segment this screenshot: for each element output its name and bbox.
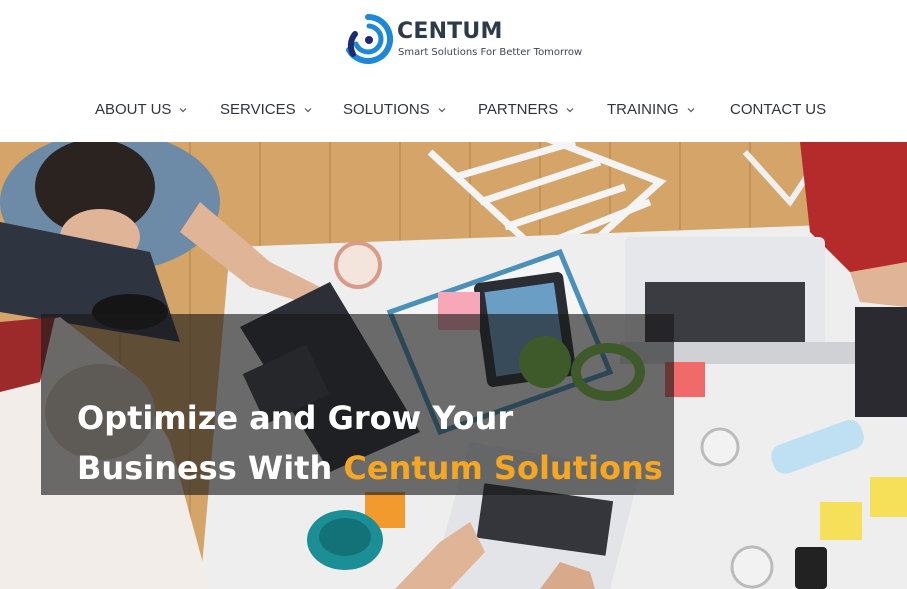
hero-heading-line-1: Optimize and Grow Your [77, 399, 514, 437]
nav-item-label: TRAINING [607, 101, 679, 118]
chevron-down-icon [178, 105, 188, 115]
nav-item-label: SOLUTIONS [343, 101, 430, 118]
chevron-down-icon [686, 105, 696, 115]
nav-item-label: CONTACT US [730, 101, 827, 118]
nav-item-about-us[interactable]: ABOUT US [95, 101, 188, 118]
logo[interactable]: CENTUM Smart Solutions For Better Tomorr… [343, 14, 583, 66]
brand-name: CENTUM [397, 19, 503, 44]
hero-heading-line-2: Business With Centum Solutions [77, 443, 677, 493]
site-header: CENTUM Smart Solutions For Better Tomorr… [0, 0, 907, 142]
nav-item-contact-us[interactable]: CONTACT US [730, 101, 826, 118]
chevron-down-icon [303, 105, 313, 115]
nav-item-training[interactable]: TRAINING [607, 101, 696, 118]
nav-item-label: ABOUT US [95, 101, 172, 118]
nav-item-label: SERVICES [220, 101, 296, 118]
hero-heading-prefix: Business With [77, 449, 344, 487]
centum-logo-icon [346, 14, 393, 64]
nav-item-partners[interactable]: PARTNERS [478, 101, 575, 118]
hero-heading-accent: Centum Solutions [343, 449, 663, 487]
chevron-down-icon [437, 105, 447, 115]
nav-item-solutions[interactable]: SOLUTIONS [343, 101, 447, 118]
chevron-down-icon [565, 105, 575, 115]
nav-item-services[interactable]: SERVICES [220, 101, 313, 118]
hero-heading: Optimize and Grow Your Business With Cen… [77, 393, 677, 493]
hero-section: Optimize and Grow Your Business With Cen… [0, 142, 907, 589]
nav-item-label: PARTNERS [478, 101, 559, 118]
main-nav: ABOUT US SERVICES SOLUTIONS PARTNERS TRA… [0, 101, 907, 123]
brand-tagline: Smart Solutions For Better Tomorrow [398, 47, 583, 58]
